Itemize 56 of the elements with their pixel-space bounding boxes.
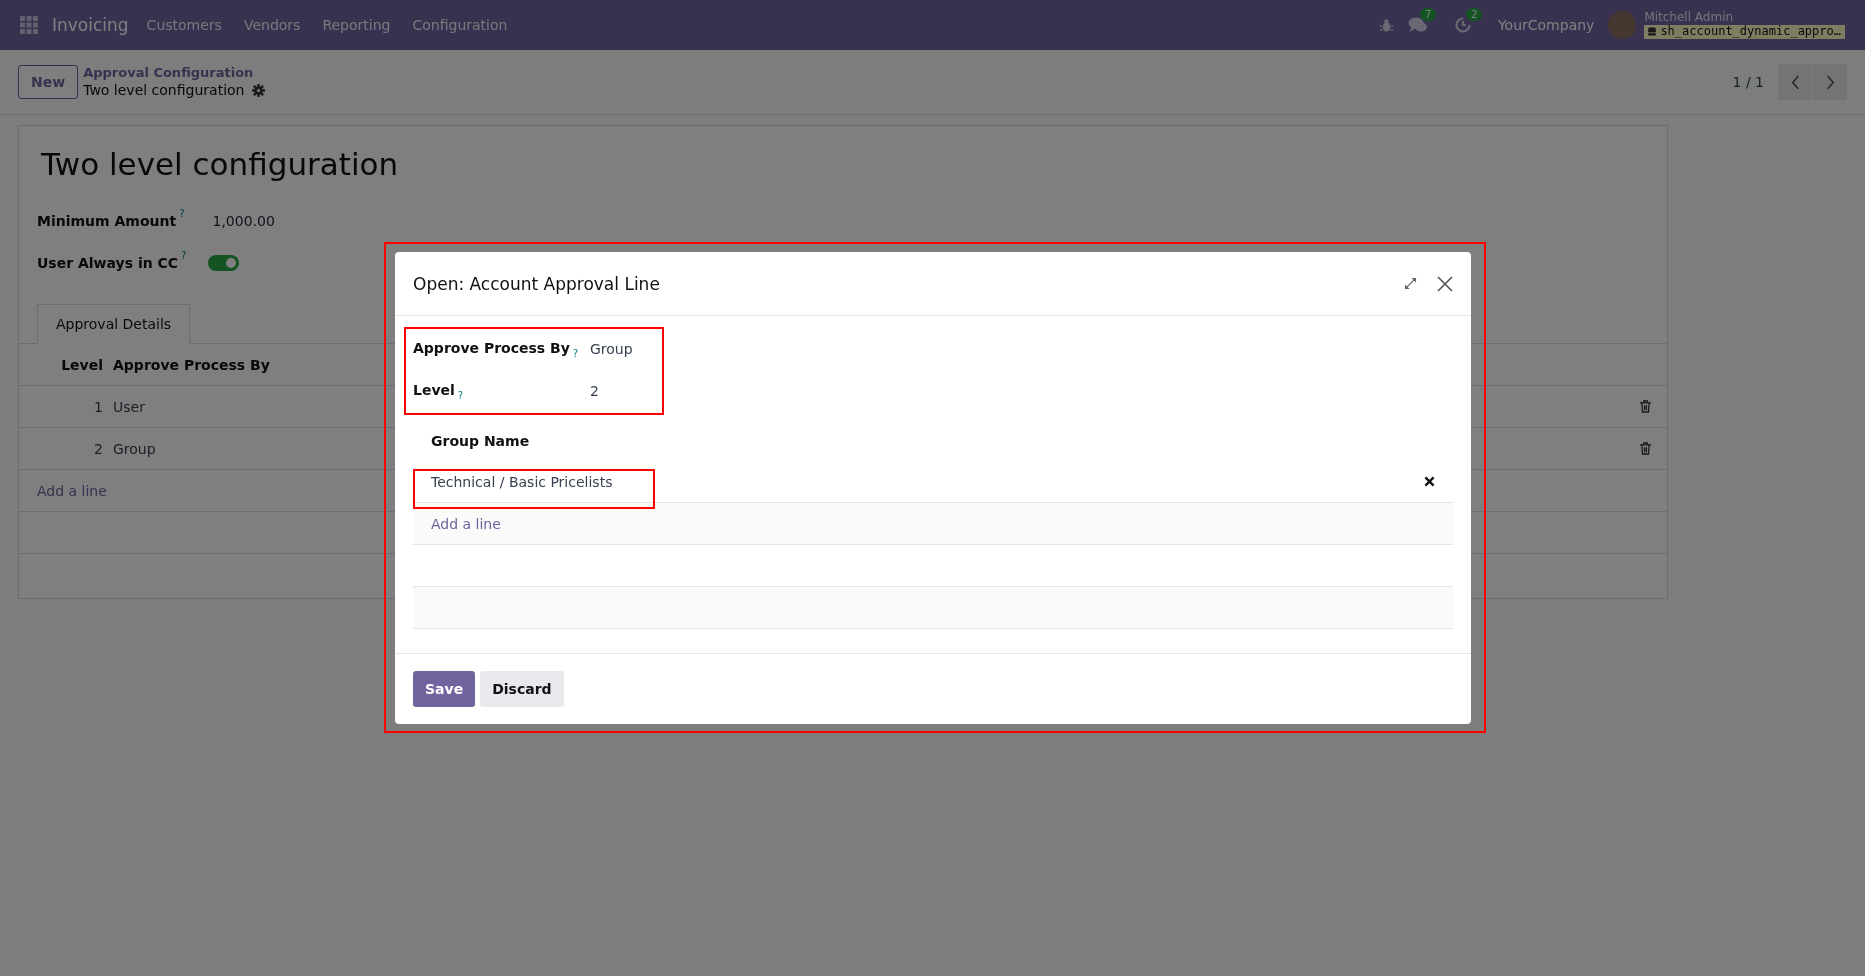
expand-icon[interactable] [1404,277,1417,290]
column-header[interactable]: Group Name [431,432,530,449]
chevron-right-icon [1825,74,1835,90]
chevron-left-icon [1790,74,1800,90]
clock-icon[interactable] [1453,16,1472,34]
table-cell: Group [113,440,156,457]
pager-value: 1 / 1 [1732,74,1764,90]
menu-item[interactable]: Customers [146,17,222,33]
app-name[interactable]: Invoicing [52,15,129,35]
breadcrumb-link[interactable]: Approval Configuration [83,63,266,82]
user-name[interactable]: Mitchell Admin [1644,11,1845,25]
dialog-title: Open: Account Approval Line [413,273,660,294]
message-count-badge: 7 [1419,8,1437,21]
field-label: Minimum Amount [37,213,177,229]
table-cell: Technical / Basic Pricelists [431,473,613,490]
help-tooltip[interactable]: ? [457,389,464,401]
bug-icon[interactable] [1378,17,1394,33]
field-label: Level [413,381,455,400]
record-name: Two level configuration [83,81,245,101]
chat-bubbles-icon[interactable] [1407,16,1428,34]
menu-item[interactable]: Reporting [322,17,391,33]
close-icon[interactable] [1437,275,1453,292]
help-tooltip[interactable]: ? [179,208,185,219]
toggle-switch[interactable] [208,255,240,271]
field-value: Group [590,341,633,357]
table-cell-text: 1 [93,398,104,415]
previous-button[interactable] [1778,64,1812,100]
column-header[interactable]: Level [19,356,113,373]
menu-item[interactable]: Configuration [412,17,508,33]
trash-icon[interactable] [1640,400,1651,413]
add-line-link[interactable]: Add a line [431,515,501,532]
field-label: User Always in CC [37,255,179,271]
next-button[interactable] [1813,64,1847,100]
add-line-link[interactable]: Add a line [19,482,107,499]
record-title: Two level configuration [41,146,400,182]
trash-icon[interactable] [1640,442,1651,455]
menu-item[interactable]: Vendors [243,17,301,33]
field-value: 2 [590,383,599,399]
field-label: Approve Process By [413,339,570,358]
gear-icon[interactable] [252,84,266,98]
activity-count-badge: 2 [1465,8,1483,21]
help-tooltip[interactable]: ? [181,250,187,261]
company-name[interactable]: YourCompany [1497,17,1595,33]
table-cell-text: 2 [93,440,104,457]
notebook-tab[interactable]: Approval Details [37,304,191,344]
database-name: sh_account_dynamic_appro… [1644,25,1845,39]
remove-icon[interactable] [1424,476,1435,487]
database-icon [1648,26,1657,37]
table-cell: User [113,398,145,415]
field-value: 1,000.00 [212,213,275,229]
new-button[interactable]: New [18,65,79,99]
save-button[interactable]: Save [413,671,476,707]
column-header[interactable]: Approve Process By [113,356,270,373]
discard-button[interactable]: Discard [480,671,564,707]
apps-grid-icon[interactable] [20,16,38,34]
help-tooltip[interactable]: ? [572,347,579,359]
